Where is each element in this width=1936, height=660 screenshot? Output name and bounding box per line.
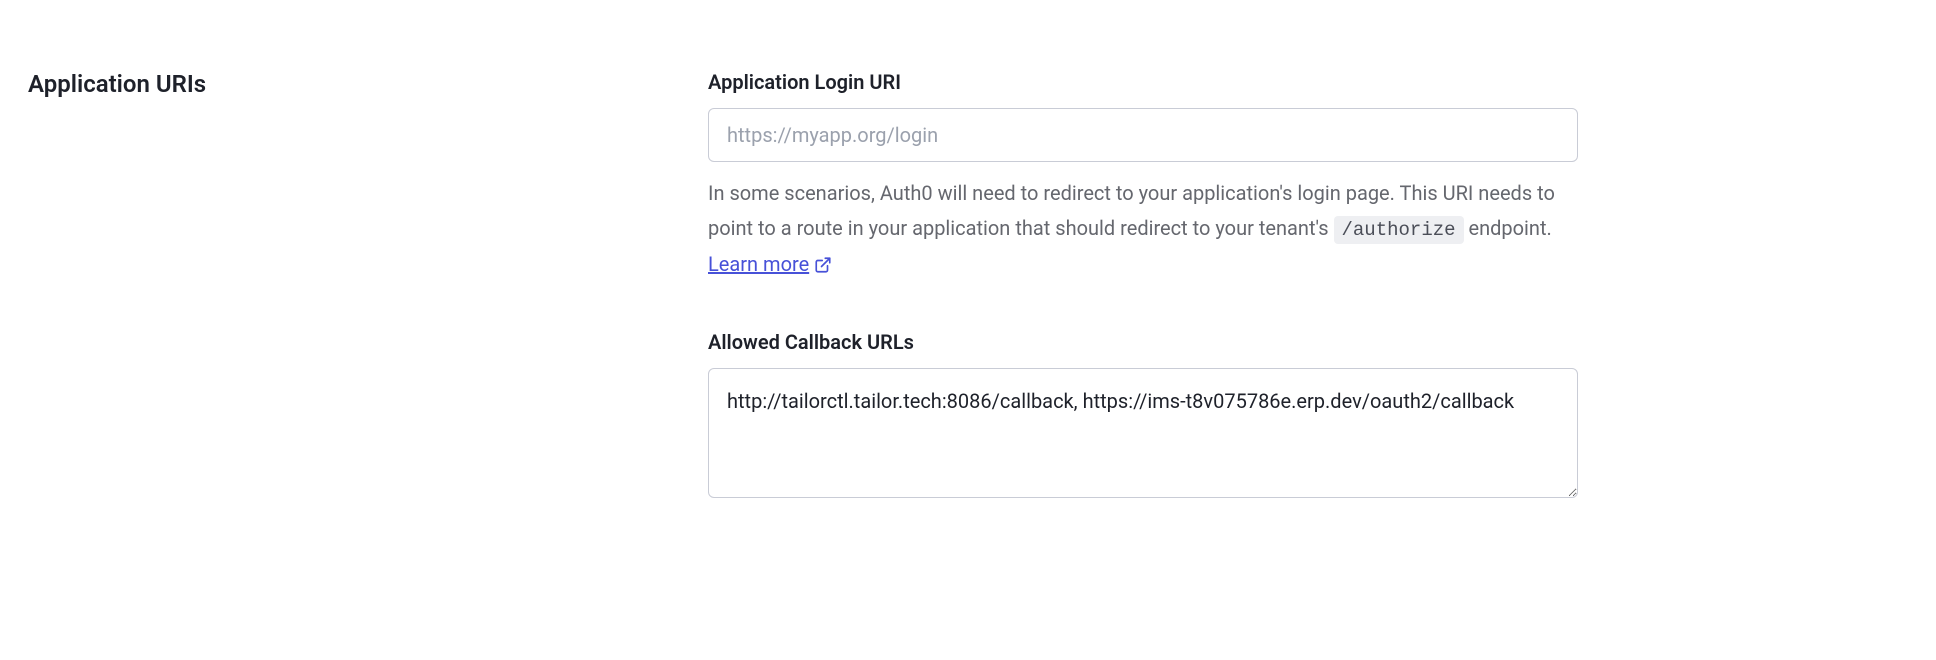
learn-more-link[interactable]: Learn more [708,247,832,282]
login-uri-field-group: Application Login URI In some scenarios,… [708,70,1578,282]
login-uri-help-text: In some scenarios, Auth0 will need to re… [708,176,1578,282]
section-content-column: Application Login URI In some scenarios,… [708,70,1578,550]
learn-more-text: Learn more [708,247,809,282]
callback-urls-textarea[interactable] [708,368,1578,498]
application-uris-section: Application URIs Application Login URI I… [28,70,1908,550]
section-title: Application URIs [28,70,668,98]
login-uri-label: Application Login URI [708,70,1578,94]
external-link-icon [814,256,832,274]
login-uri-input[interactable] [708,108,1578,162]
callback-urls-label: Allowed Callback URLs [708,330,1578,354]
callback-urls-field-group: Allowed Callback URLs [708,330,1578,502]
authorize-code-inline: /authorize [1334,216,1464,244]
help-text-suffix: endpoint. [1464,216,1552,240]
section-label-column: Application URIs [28,70,668,550]
